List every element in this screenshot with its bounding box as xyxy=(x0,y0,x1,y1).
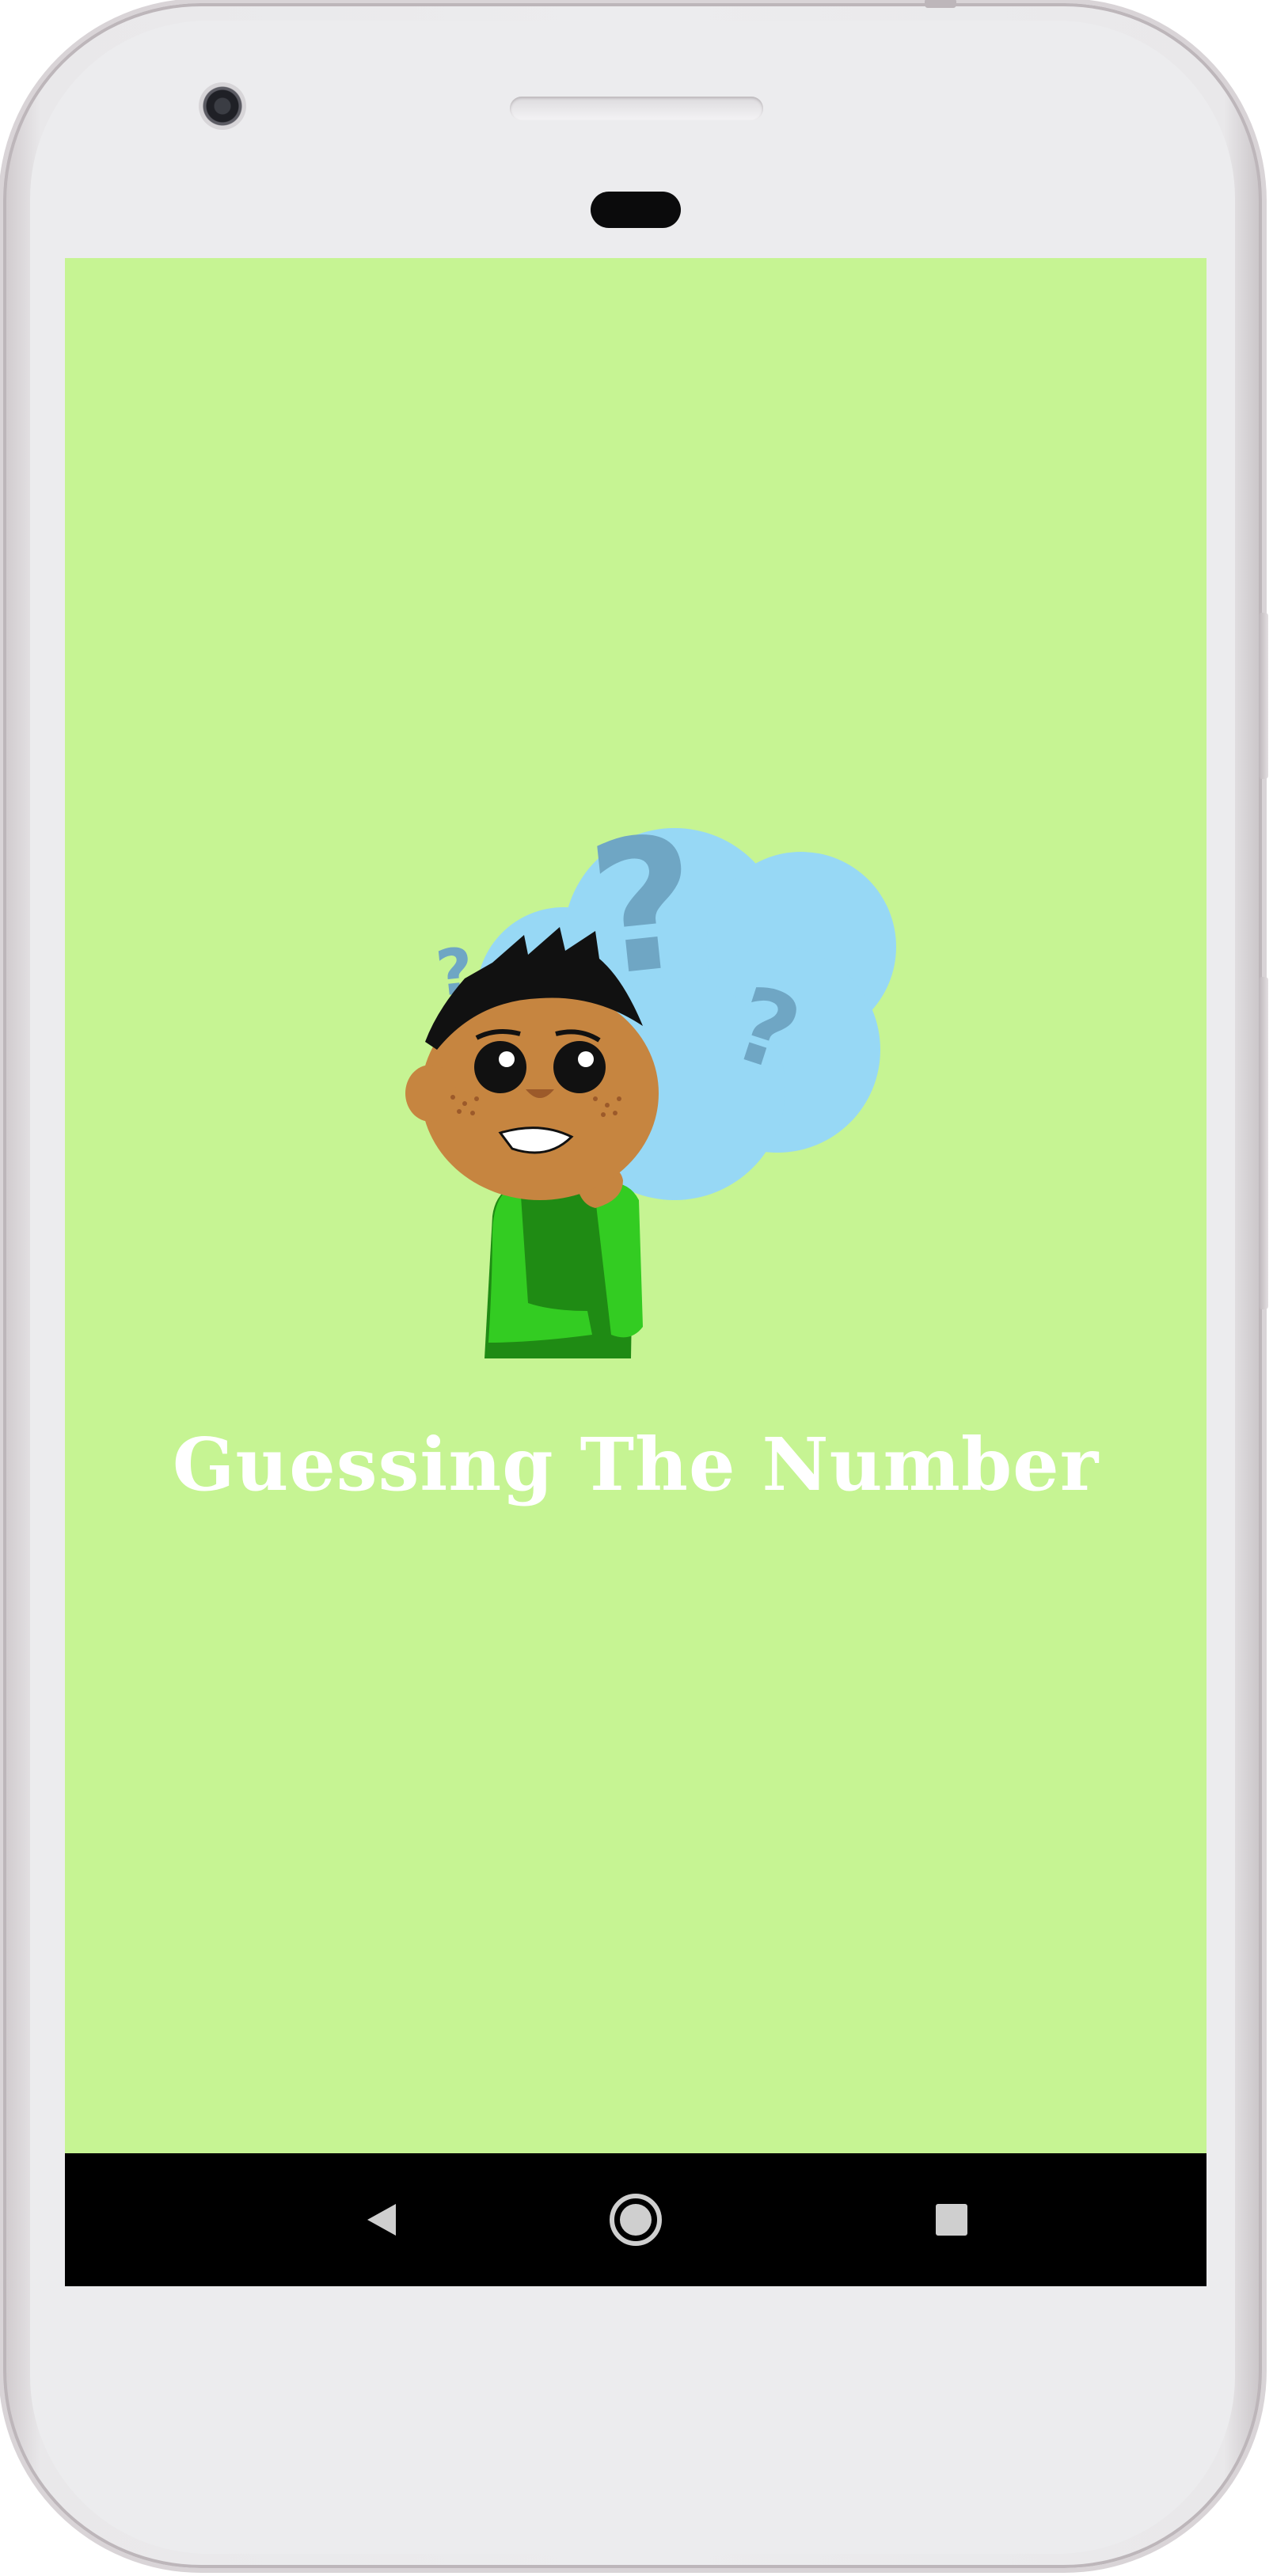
thinking-boy-illustration: ? ? ? ? ? xyxy=(405,796,896,1358)
recents-icon xyxy=(936,2204,967,2236)
splash-screen: ? ? ? ? ? xyxy=(65,258,1206,2153)
back-icon xyxy=(367,2204,396,2236)
back-button[interactable] xyxy=(318,2153,445,2286)
home-button[interactable] xyxy=(572,2153,699,2286)
app-title: Guessing The Number xyxy=(172,1422,1100,1507)
front-camera xyxy=(199,82,246,130)
screen: ? ? ? ? ? xyxy=(65,258,1206,2286)
navigation-bar xyxy=(65,2153,1206,2286)
power-button xyxy=(1259,613,1268,779)
recents-button[interactable] xyxy=(888,2153,1015,2286)
proximity-sensor xyxy=(591,192,681,228)
earpiece-speaker xyxy=(510,97,763,120)
volume-button xyxy=(1259,977,1268,1309)
phone-frame: ? ? ? ? ? xyxy=(3,0,1268,2568)
top-button xyxy=(925,0,956,8)
home-icon xyxy=(610,2194,662,2246)
